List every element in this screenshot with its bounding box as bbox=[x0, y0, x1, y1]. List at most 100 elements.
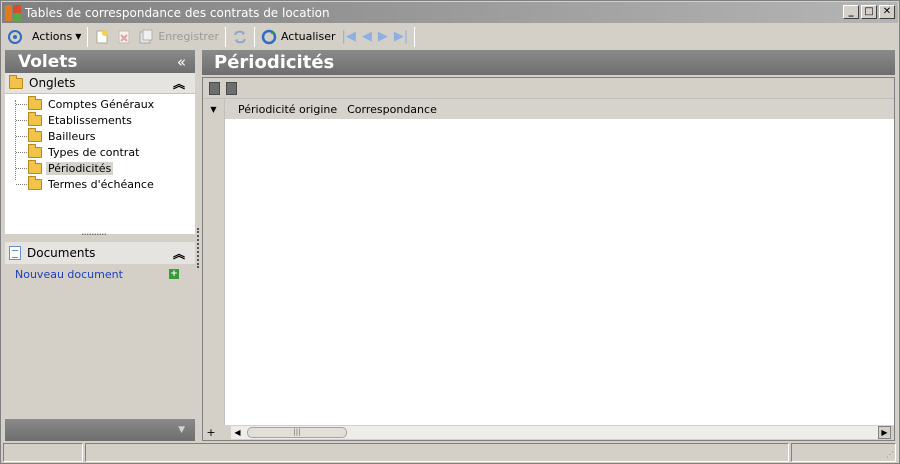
toolbar-separator bbox=[414, 26, 416, 47]
volets-title: Volets bbox=[18, 51, 78, 72]
documents-header[interactable]: Documents ︽ bbox=[5, 242, 195, 264]
documents-body: Nouveau document + bbox=[5, 264, 195, 412]
refresh-button[interactable]: Actualiser bbox=[258, 26, 339, 48]
tabs-tree: Comptes Généraux Etablissements Bailleur… bbox=[5, 94, 195, 234]
save-label: Enregistrer bbox=[158, 30, 219, 43]
grid-footer: + ◀ ||| ▶ bbox=[203, 425, 894, 440]
new-button[interactable] bbox=[91, 26, 113, 48]
next-record-button[interactable]: ▶ bbox=[375, 26, 391, 48]
add-row-icon[interactable]: + bbox=[203, 426, 219, 439]
folder-icon bbox=[28, 111, 42, 126]
folder-icon bbox=[9, 74, 23, 89]
collapse-group-icon[interactable]: ︽ bbox=[173, 245, 185, 262]
row-selector-strip bbox=[203, 119, 225, 427]
onglets-header[interactable]: Onglets ︽ bbox=[5, 73, 195, 94]
tree-item-label: Termes d'échéance bbox=[48, 177, 154, 191]
column-header-periodicite-origine[interactable]: Périodicité origine bbox=[225, 103, 337, 116]
volets-header: Volets « bbox=[5, 50, 195, 73]
grid-header-row: ▼ Périodicité origine Correspondance bbox=[203, 99, 894, 119]
resize-grip-icon[interactable]: ⋰ bbox=[886, 450, 896, 460]
column-header-correspondance[interactable]: Correspondance bbox=[347, 103, 437, 116]
maximize-icon: □ bbox=[864, 6, 874, 17]
toolbar: Actions ▼ Enregistrer Actualiser |◀ ◀ ▶ … bbox=[2, 24, 898, 49]
groups-splitter[interactable] bbox=[5, 228, 195, 242]
scroll-thumb[interactable]: ||| bbox=[247, 427, 347, 438]
window-title: Tables de correspondance des contrats de… bbox=[25, 5, 330, 20]
target-icon bbox=[8, 29, 22, 44]
previous-icon: ◀ bbox=[361, 29, 372, 44]
folder-icon bbox=[28, 95, 42, 110]
new-document-icon bbox=[96, 29, 109, 43]
status-cell bbox=[3, 443, 83, 462]
page-title-bar: Périodicités bbox=[202, 50, 895, 75]
data-grid: ▼ Périodicité origine Correspondance + ◀… bbox=[202, 77, 895, 441]
collapse-pane-icon[interactable]: « bbox=[177, 53, 186, 71]
tree-item-comptes-generaux[interactable]: Comptes Généraux bbox=[5, 95, 195, 112]
add-document-icon[interactable]: + bbox=[169, 269, 179, 279]
app-icon bbox=[5, 4, 21, 21]
tree-item-etablissements[interactable]: Etablissements bbox=[5, 111, 195, 128]
actions-label: Actions bbox=[32, 30, 73, 43]
last-icon: ▶| bbox=[393, 29, 409, 44]
last-record-button[interactable]: ▶| bbox=[391, 26, 411, 48]
tree-item-bailleurs[interactable]: Bailleurs bbox=[5, 127, 195, 144]
folder-icon bbox=[28, 143, 42, 158]
scroll-left-icon[interactable]: ◀ bbox=[231, 426, 244, 439]
first-icon: |◀ bbox=[341, 29, 356, 44]
delete-button[interactable] bbox=[113, 26, 135, 48]
close-icon: ✕ bbox=[882, 6, 892, 17]
tree-item-label: Comptes Généraux bbox=[48, 97, 155, 111]
next-icon: ▶ bbox=[377, 29, 388, 44]
folder-icon bbox=[28, 175, 42, 190]
navigation-button[interactable] bbox=[5, 26, 25, 48]
tree-item-label: Périodicités bbox=[46, 161, 114, 175]
page-title: Périodicités bbox=[214, 52, 335, 73]
previous-record-button[interactable]: ◀ bbox=[359, 26, 375, 48]
toolbar-separator bbox=[253, 26, 255, 47]
left-pane: Volets « Onglets ︽ Comptes Généraux Etab… bbox=[5, 50, 195, 441]
scroll-right-icon[interactable]: ▶ bbox=[878, 426, 891, 439]
document-icon bbox=[9, 246, 21, 260]
actions-menu-button[interactable]: Actions ▼ bbox=[25, 26, 84, 48]
title-bar[interactable]: Tables de correspondance des contrats de… bbox=[2, 2, 898, 23]
status-cell bbox=[85, 443, 789, 462]
documents-title: Documents bbox=[27, 246, 96, 260]
expand-footer-icon[interactable]: ▼ bbox=[178, 425, 185, 435]
collapse-group-icon[interactable]: ︽ bbox=[173, 75, 185, 92]
grid-toolbar bbox=[203, 78, 894, 99]
folder-icon bbox=[28, 127, 42, 142]
refresh-label: Actualiser bbox=[280, 30, 336, 43]
refresh-icon bbox=[261, 29, 277, 44]
status-cell bbox=[791, 443, 896, 462]
sync-button[interactable] bbox=[229, 26, 251, 48]
horizontal-scrollbar[interactable]: ◀ ||| ▶ bbox=[231, 426, 891, 439]
status-bar: ⋰ bbox=[3, 443, 898, 462]
maximize-button[interactable]: □ bbox=[861, 5, 877, 19]
onglets-title: Onglets bbox=[29, 76, 76, 90]
tree-item-types-de-contrat[interactable]: Types de contrat bbox=[5, 143, 195, 160]
minimize-button[interactable]: _ bbox=[843, 5, 859, 19]
save-icon bbox=[139, 29, 153, 43]
save-button[interactable]: Enregistrer bbox=[135, 26, 222, 48]
main-window: Tables de correspondance des contrats de… bbox=[0, 0, 900, 464]
row-selector-arrow-icon[interactable]: ▼ bbox=[203, 99, 225, 119]
tree-item-label: Etablissements bbox=[48, 113, 132, 127]
sheet-edit-icon[interactable] bbox=[226, 81, 237, 95]
tree-item-label: Types de contrat bbox=[48, 145, 140, 159]
sync-icon bbox=[234, 30, 246, 43]
first-record-button[interactable]: |◀ bbox=[339, 26, 359, 48]
new-document-link[interactable]: Nouveau document bbox=[15, 268, 123, 281]
tree-item-periodicites[interactable]: Périodicités bbox=[5, 159, 195, 176]
sheet-icon[interactable] bbox=[209, 81, 220, 95]
right-pane: Périodicités ▼ Périodicité origine Corre… bbox=[202, 50, 895, 441]
minimize-icon: _ bbox=[848, 6, 854, 17]
delete-icon bbox=[118, 30, 130, 43]
close-button[interactable]: ✕ bbox=[879, 5, 895, 19]
tree-item-label: Bailleurs bbox=[48, 129, 96, 143]
pane-splitter[interactable] bbox=[195, 50, 202, 441]
toolbar-separator bbox=[224, 26, 226, 47]
tree-item-termes-echeance[interactable]: Termes d'échéance bbox=[5, 175, 195, 192]
left-pane-footer: ▼ bbox=[5, 419, 195, 441]
toolbar-separator bbox=[87, 26, 89, 47]
dropdown-arrow-icon: ▼ bbox=[75, 32, 82, 41]
